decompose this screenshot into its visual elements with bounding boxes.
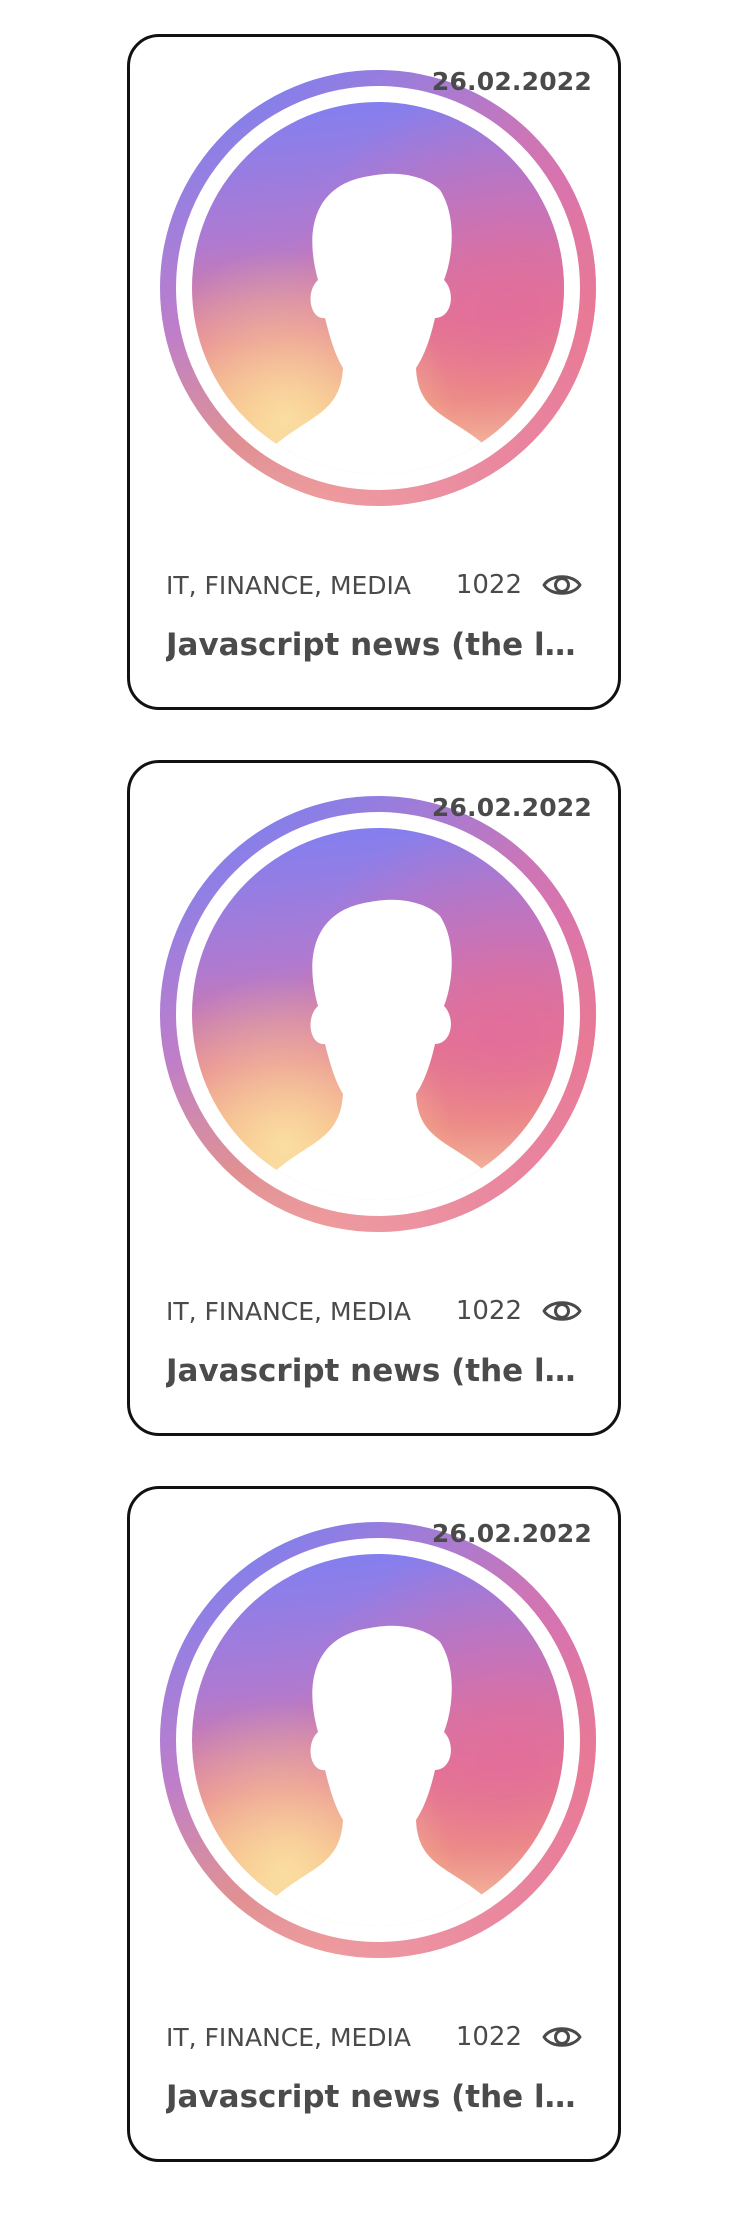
eye-icon bbox=[542, 1296, 582, 1326]
news-card[interactable]: 26.02.2022 IT, FINANCE, MEDIA 1022 Javas… bbox=[127, 760, 621, 1436]
user-silhouette-icon bbox=[160, 796, 596, 1232]
category-tags: IT, FINANCE, MEDIA bbox=[166, 2022, 412, 2052]
category-tags: IT, FINANCE, MEDIA bbox=[166, 1296, 412, 1326]
eye-icon bbox=[542, 570, 582, 600]
user-silhouette-icon bbox=[160, 1522, 596, 1958]
news-card[interactable]: 26.02.2022 IT, FINANCE, MEDIA 1022 Javas… bbox=[127, 34, 621, 710]
publish-date: 26.02.2022 bbox=[431, 1519, 592, 1548]
news-feed: 26.02.2022 IT, FINANCE, MEDIA 1022 Javas… bbox=[0, 0, 750, 2218]
news-title: Javascript news (the lan... bbox=[166, 627, 578, 663]
news-card[interactable]: 26.02.2022 IT, FINANCE, MEDIA 1022 Javas… bbox=[127, 1486, 621, 2162]
view-count: 1022 bbox=[455, 1296, 522, 1326]
user-silhouette-icon bbox=[160, 70, 596, 506]
view-count: 1022 bbox=[455, 2022, 522, 2052]
publish-date: 26.02.2022 bbox=[431, 793, 592, 822]
eye-icon bbox=[542, 2022, 582, 2052]
card-meta: IT, FINANCE, MEDIA 1022 bbox=[166, 2017, 582, 2057]
news-title: Javascript news (the lan... bbox=[166, 2079, 578, 2115]
category-tags: IT, FINANCE, MEDIA bbox=[166, 570, 412, 600]
card-meta: IT, FINANCE, MEDIA 1022 bbox=[166, 1291, 582, 1331]
view-count: 1022 bbox=[455, 570, 522, 600]
card-meta: IT, FINANCE, MEDIA 1022 bbox=[166, 565, 582, 605]
publish-date: 26.02.2022 bbox=[431, 67, 592, 96]
news-title: Javascript news (the lan... bbox=[166, 1353, 578, 1389]
